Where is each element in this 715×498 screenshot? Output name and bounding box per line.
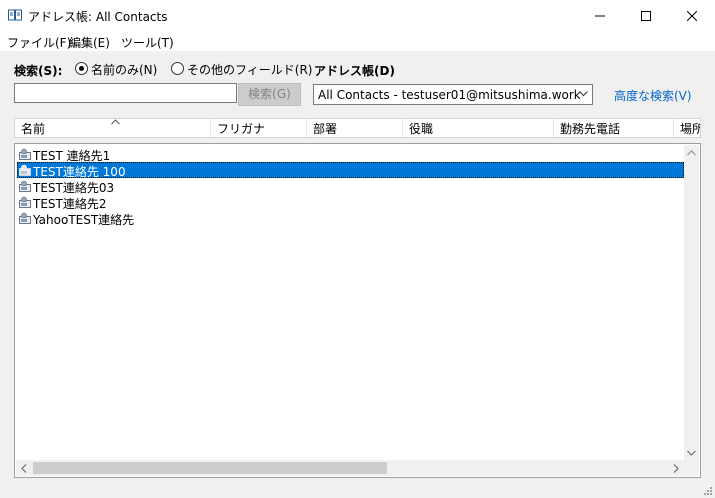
- minimize-icon: [595, 15, 605, 17]
- list-item[interactable]: TEST連絡先03: [17, 178, 684, 195]
- list-item[interactable]: TEST 連絡先1: [17, 146, 684, 163]
- list-item[interactable]: TEST連絡先 100: [17, 162, 684, 179]
- sort-ascending-icon: [111, 119, 120, 125]
- horizontal-scroll-thumb[interactable]: [33, 462, 387, 474]
- column-header: 名前 フリガナ 部署 役職 勤務先電話 場所: [14, 118, 701, 138]
- column-name[interactable]: 名前: [15, 119, 211, 137]
- radio-checked-icon: [75, 62, 88, 75]
- search-label: 検索(S):: [14, 64, 63, 78]
- close-button[interactable]: [669, 0, 715, 32]
- minimize-button[interactable]: [577, 0, 623, 32]
- contact-list[interactable]: TEST 連絡先1 TEST連絡先 100 TEST連絡先03 TEST連絡先2…: [14, 143, 701, 478]
- contact-name: YahooTEST連絡先: [33, 213, 135, 227]
- radio-other-fields-label: その他のフィールド(R): [187, 63, 313, 77]
- search-input[interactable]: [14, 83, 237, 103]
- column-location-label: 場所: [680, 122, 700, 136]
- resize-grip-icon[interactable]: [703, 486, 713, 496]
- title-bar[interactable]: アドレス帳: All Contacts: [0, 0, 715, 32]
- column-business-phone-label: 勤務先電話: [560, 122, 621, 136]
- address-book-select-value: All Contacts - testuser01@mitsushima.wor…: [318, 88, 581, 102]
- column-business-phone[interactable]: 勤務先電話: [554, 119, 674, 137]
- menu-bar: ファイル(F) 編集(E) ツール(T): [0, 32, 715, 51]
- contact-card-icon: [19, 148, 31, 160]
- close-icon: [687, 11, 697, 21]
- column-furigana-label: フリガナ: [217, 122, 266, 136]
- scroll-right-icon[interactable]: [673, 464, 679, 473]
- column-furigana[interactable]: フリガナ: [211, 119, 307, 137]
- contact-card-icon: [19, 164, 31, 176]
- column-title-label: 役職: [409, 122, 434, 136]
- radio-unchecked-icon: [171, 62, 184, 75]
- column-title[interactable]: 役職: [403, 119, 554, 137]
- maximize-icon: [641, 11, 651, 21]
- column-name-label: 名前: [21, 122, 46, 136]
- window-title: アドレス帳: All Contacts: [28, 10, 168, 24]
- contact-card-icon: [19, 196, 31, 208]
- menu-edit[interactable]: 編集(E): [69, 34, 110, 51]
- address-book-window: アドレス帳: All Contacts ファイル(F) 編集(E) ツール(T)…: [0, 0, 715, 498]
- address-book-icon: [8, 9, 22, 21]
- scroll-left-icon[interactable]: [21, 464, 27, 473]
- list-item[interactable]: TEST連絡先2: [17, 194, 684, 211]
- column-department[interactable]: 部署: [307, 119, 403, 137]
- advanced-search-link[interactable]: 高度な検索(V): [614, 87, 692, 104]
- vertical-scrollbar[interactable]: [684, 145, 699, 461]
- chevron-down-icon: [579, 91, 588, 97]
- menu-file[interactable]: ファイル(F): [7, 34, 71, 51]
- scroll-up-icon[interactable]: [687, 150, 696, 156]
- list-item[interactable]: YahooTEST連絡先: [17, 210, 684, 227]
- address-book-label: アドレス帳(D): [314, 64, 395, 78]
- column-location[interactable]: 場所: [674, 119, 700, 137]
- contact-card-icon: [19, 180, 31, 192]
- address-book-select[interactable]: All Contacts - testuser01@mitsushima.wor…: [313, 84, 593, 105]
- scrollbar-corner: [684, 460, 699, 476]
- menu-tools[interactable]: ツール(T): [121, 34, 174, 51]
- contact-card-icon: [19, 212, 31, 224]
- column-department-label: 部署: [313, 122, 338, 136]
- horizontal-scrollbar[interactable]: [16, 460, 684, 476]
- scroll-down-icon[interactable]: [687, 450, 696, 456]
- radio-name-only-label: 名前のみ(N): [91, 63, 158, 77]
- maximize-button[interactable]: [623, 0, 669, 32]
- search-button[interactable]: 検索(G): [238, 83, 301, 106]
